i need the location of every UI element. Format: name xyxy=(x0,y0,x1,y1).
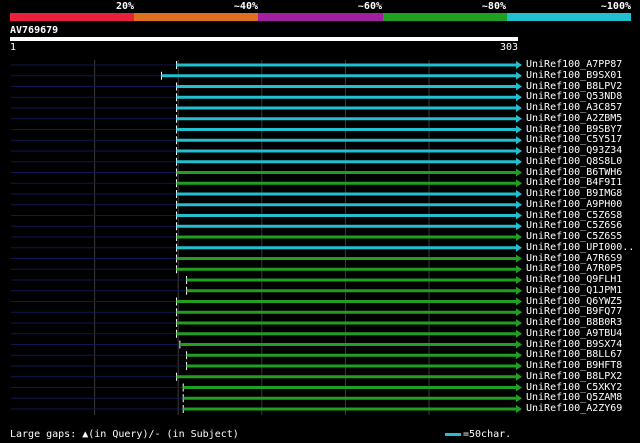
hit-label[interactable]: UniRef100_C5Z6S5 xyxy=(526,231,622,242)
hit-label[interactable]: UniRef100_C5Y517 xyxy=(526,134,622,145)
hit-arrowhead xyxy=(516,211,522,220)
hit-arrowhead xyxy=(516,157,522,166)
hit-label[interactable]: UniRef100_A2ZBM5 xyxy=(526,113,622,124)
hit-label[interactable]: UniRef100_A7R0P5 xyxy=(526,263,622,274)
hit-arrowhead xyxy=(516,168,522,177)
hit-arrowhead xyxy=(516,286,522,295)
hit-arrowhead xyxy=(516,265,522,274)
hit-arrowhead xyxy=(516,329,522,338)
scale-swatch xyxy=(445,433,461,436)
hit-label[interactable]: UniRef100_A7R6S9 xyxy=(526,253,622,264)
hit-arrowhead xyxy=(516,200,522,209)
large-gaps-legend: Large gaps: ▲(in Query)/- (in Subject) xyxy=(10,429,239,440)
hit-label[interactable]: UniRef100_B6TWH6 xyxy=(526,167,622,178)
hit-arrowhead xyxy=(516,243,522,252)
hit-label[interactable]: UniRef100_Q9FLH1 xyxy=(526,274,622,285)
hit-arrowhead xyxy=(516,308,522,317)
hit-label[interactable]: UniRef100_B8LPV2 xyxy=(526,81,622,92)
hit-label[interactable]: UniRef100_B8B0R3 xyxy=(526,317,622,328)
hit-label[interactable]: UniRef100_B4F9I1 xyxy=(526,177,622,188)
hit-arrowhead xyxy=(516,93,522,102)
hit-arrowhead xyxy=(516,351,522,360)
hit-label[interactable]: UniRef100_Q5ZAM8 xyxy=(526,392,622,403)
hit-arrowhead xyxy=(516,362,522,370)
hit-label[interactable]: UniRef100_Q93Z34 xyxy=(526,145,622,156)
hit-label[interactable]: UniRef100_Q6YWZ5 xyxy=(526,296,622,307)
hit-label[interactable]: UniRef100_B9HFT8 xyxy=(526,360,622,371)
hit-label[interactable]: UniRef100_A7PP87 xyxy=(526,59,622,70)
hit-arrowhead xyxy=(516,147,522,155)
hit-arrowhead xyxy=(516,125,522,134)
hit-arrowhead xyxy=(516,114,522,123)
hit-label[interactable]: UniRef100_B9IMG8 xyxy=(526,188,622,199)
hit-arrowhead xyxy=(516,340,522,349)
hit-arrowhead xyxy=(516,383,522,392)
hit-arrowhead xyxy=(516,405,522,413)
hit-label[interactable]: UniRef100_A3C857 xyxy=(526,102,622,113)
hit-arrowhead xyxy=(516,297,522,306)
hit-arrowhead xyxy=(516,61,522,69)
scale-legend: =50char. xyxy=(445,429,511,440)
hit-arrowhead xyxy=(516,372,522,381)
hit-label[interactable]: UniRef100_C5Z6S8 xyxy=(526,210,622,221)
hit-label[interactable]: UniRef100_C5XKY2 xyxy=(526,382,622,393)
hit-arrowhead xyxy=(516,179,522,188)
hit-label[interactable]: UniRef100_B8LL67 xyxy=(526,349,622,360)
hit-arrowhead xyxy=(516,190,522,198)
hit-label[interactable]: UniRef100_A9PH00 xyxy=(526,199,622,210)
hit-arrowhead xyxy=(516,222,522,231)
hit-label[interactable]: UniRef100_B9SBY7 xyxy=(526,124,622,135)
hit-arrowhead xyxy=(516,276,522,284)
hit-arrowhead xyxy=(516,71,522,80)
hit-label[interactable]: UniRef100_A9TBU4 xyxy=(526,328,622,339)
hit-arrowhead xyxy=(516,82,522,91)
hit-arrowhead xyxy=(516,136,522,145)
hit-label[interactable]: UniRef100_Q8S8L0 xyxy=(526,156,622,167)
hit-arrowhead xyxy=(516,104,522,112)
hit-label[interactable]: UniRef100_B8LPX2 xyxy=(526,371,622,382)
hit-label[interactable]: UniRef100_Q53ND8 xyxy=(526,91,622,102)
hit-label[interactable]: UniRef100_Q1JPM1 xyxy=(526,285,622,296)
hit-arrowhead xyxy=(516,319,522,327)
hit-label[interactable]: UniRef100_A2ZY69 xyxy=(526,403,622,414)
hit-arrowhead xyxy=(516,254,522,263)
hit-arrowhead xyxy=(516,233,522,241)
hit-label[interactable]: UniRef100_B9FQ77 xyxy=(526,306,622,317)
hit-label[interactable]: UniRef100_B9SX74 xyxy=(526,339,622,350)
scale-label: =50char. xyxy=(463,429,512,440)
hit-arrowhead xyxy=(516,394,522,403)
hit-label[interactable]: UniRef100_B9SX01 xyxy=(526,70,622,81)
hit-label[interactable]: UniRef100_C5Z6S6 xyxy=(526,220,622,231)
hit-label[interactable]: UniRef100_UPI000.. xyxy=(526,242,634,253)
